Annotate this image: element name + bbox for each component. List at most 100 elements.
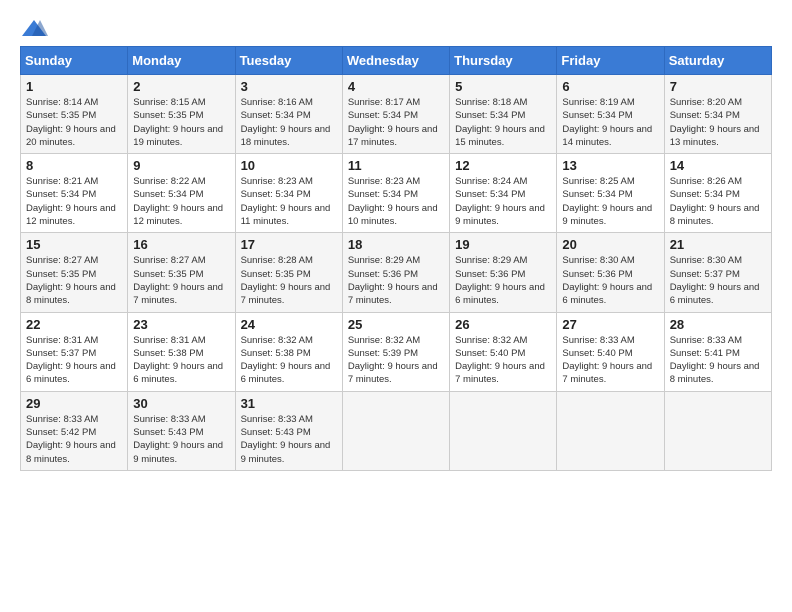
calendar-cell: 12 Sunrise: 8:24 AM Sunset: 5:34 PM Dayl… (450, 154, 557, 233)
calendar-week-1: 1 Sunrise: 8:14 AM Sunset: 5:35 PM Dayli… (21, 75, 772, 154)
day-number: 11 (348, 158, 445, 173)
day-info: Sunrise: 8:14 AM Sunset: 5:35 PM Dayligh… (26, 96, 123, 149)
calendar-table: SundayMondayTuesdayWednesdayThursdayFrid… (20, 46, 772, 471)
day-info: Sunrise: 8:29 AM Sunset: 5:36 PM Dayligh… (455, 254, 552, 307)
day-info: Sunrise: 8:33 AM Sunset: 5:41 PM Dayligh… (670, 334, 767, 387)
day-number: 2 (133, 79, 230, 94)
calendar-cell: 10 Sunrise: 8:23 AM Sunset: 5:34 PM Dayl… (235, 154, 342, 233)
day-info: Sunrise: 8:20 AM Sunset: 5:34 PM Dayligh… (670, 96, 767, 149)
header-cell-monday: Monday (128, 47, 235, 75)
day-info: Sunrise: 8:23 AM Sunset: 5:34 PM Dayligh… (241, 175, 338, 228)
day-number: 30 (133, 396, 230, 411)
day-info: Sunrise: 8:32 AM Sunset: 5:38 PM Dayligh… (241, 334, 338, 387)
day-number: 12 (455, 158, 552, 173)
calendar-cell: 30 Sunrise: 8:33 AM Sunset: 5:43 PM Dayl… (128, 391, 235, 470)
calendar-cell: 17 Sunrise: 8:28 AM Sunset: 5:35 PM Dayl… (235, 233, 342, 312)
day-info: Sunrise: 8:18 AM Sunset: 5:34 PM Dayligh… (455, 96, 552, 149)
calendar-cell: 27 Sunrise: 8:33 AM Sunset: 5:40 PM Dayl… (557, 312, 664, 391)
day-number: 18 (348, 237, 445, 252)
calendar-cell: 6 Sunrise: 8:19 AM Sunset: 5:34 PM Dayli… (557, 75, 664, 154)
header-cell-saturday: Saturday (664, 47, 771, 75)
day-info: Sunrise: 8:16 AM Sunset: 5:34 PM Dayligh… (241, 96, 338, 149)
day-info: Sunrise: 8:27 AM Sunset: 5:35 PM Dayligh… (133, 254, 230, 307)
day-info: Sunrise: 8:27 AM Sunset: 5:35 PM Dayligh… (26, 254, 123, 307)
calendar-cell: 19 Sunrise: 8:29 AM Sunset: 5:36 PM Dayl… (450, 233, 557, 312)
day-info: Sunrise: 8:31 AM Sunset: 5:38 PM Dayligh… (133, 334, 230, 387)
day-number: 22 (26, 317, 123, 332)
day-info: Sunrise: 8:25 AM Sunset: 5:34 PM Dayligh… (562, 175, 659, 228)
calendar-cell: 5 Sunrise: 8:18 AM Sunset: 5:34 PM Dayli… (450, 75, 557, 154)
day-info: Sunrise: 8:23 AM Sunset: 5:34 PM Dayligh… (348, 175, 445, 228)
header-cell-wednesday: Wednesday (342, 47, 449, 75)
day-info: Sunrise: 8:31 AM Sunset: 5:37 PM Dayligh… (26, 334, 123, 387)
calendar-week-4: 22 Sunrise: 8:31 AM Sunset: 5:37 PM Dayl… (21, 312, 772, 391)
calendar-cell: 18 Sunrise: 8:29 AM Sunset: 5:36 PM Dayl… (342, 233, 449, 312)
header (20, 18, 772, 40)
calendar-cell (342, 391, 449, 470)
day-info: Sunrise: 8:24 AM Sunset: 5:34 PM Dayligh… (455, 175, 552, 228)
calendar-cell: 22 Sunrise: 8:31 AM Sunset: 5:37 PM Dayl… (21, 312, 128, 391)
day-number: 8 (26, 158, 123, 173)
day-info: Sunrise: 8:33 AM Sunset: 5:40 PM Dayligh… (562, 334, 659, 387)
calendar-cell: 2 Sunrise: 8:15 AM Sunset: 5:35 PM Dayli… (128, 75, 235, 154)
calendar-cell: 21 Sunrise: 8:30 AM Sunset: 5:37 PM Dayl… (664, 233, 771, 312)
calendar-cell: 16 Sunrise: 8:27 AM Sunset: 5:35 PM Dayl… (128, 233, 235, 312)
day-info: Sunrise: 8:21 AM Sunset: 5:34 PM Dayligh… (26, 175, 123, 228)
day-info: Sunrise: 8:33 AM Sunset: 5:43 PM Dayligh… (241, 413, 338, 466)
header-cell-sunday: Sunday (21, 47, 128, 75)
day-number: 3 (241, 79, 338, 94)
day-number: 13 (562, 158, 659, 173)
day-number: 23 (133, 317, 230, 332)
calendar-cell: 3 Sunrise: 8:16 AM Sunset: 5:34 PM Dayli… (235, 75, 342, 154)
day-info: Sunrise: 8:32 AM Sunset: 5:40 PM Dayligh… (455, 334, 552, 387)
calendar-cell: 26 Sunrise: 8:32 AM Sunset: 5:40 PM Dayl… (450, 312, 557, 391)
calendar-cell: 14 Sunrise: 8:26 AM Sunset: 5:34 PM Dayl… (664, 154, 771, 233)
day-number: 19 (455, 237, 552, 252)
calendar-week-5: 29 Sunrise: 8:33 AM Sunset: 5:42 PM Dayl… (21, 391, 772, 470)
day-number: 28 (670, 317, 767, 332)
day-number: 24 (241, 317, 338, 332)
header-cell-thursday: Thursday (450, 47, 557, 75)
day-number: 15 (26, 237, 123, 252)
logo-icon (20, 18, 48, 40)
day-number: 26 (455, 317, 552, 332)
day-info: Sunrise: 8:28 AM Sunset: 5:35 PM Dayligh… (241, 254, 338, 307)
day-info: Sunrise: 8:33 AM Sunset: 5:43 PM Dayligh… (133, 413, 230, 466)
day-info: Sunrise: 8:30 AM Sunset: 5:36 PM Dayligh… (562, 254, 659, 307)
day-number: 27 (562, 317, 659, 332)
day-info: Sunrise: 8:29 AM Sunset: 5:36 PM Dayligh… (348, 254, 445, 307)
calendar-cell: 11 Sunrise: 8:23 AM Sunset: 5:34 PM Dayl… (342, 154, 449, 233)
main-container: SundayMondayTuesdayWednesdayThursdayFrid… (0, 0, 792, 481)
day-info: Sunrise: 8:32 AM Sunset: 5:39 PM Dayligh… (348, 334, 445, 387)
day-number: 21 (670, 237, 767, 252)
day-number: 29 (26, 396, 123, 411)
day-number: 20 (562, 237, 659, 252)
day-number: 16 (133, 237, 230, 252)
calendar-cell: 28 Sunrise: 8:33 AM Sunset: 5:41 PM Dayl… (664, 312, 771, 391)
calendar-cell: 29 Sunrise: 8:33 AM Sunset: 5:42 PM Dayl… (21, 391, 128, 470)
day-info: Sunrise: 8:26 AM Sunset: 5:34 PM Dayligh… (670, 175, 767, 228)
calendar-cell: 7 Sunrise: 8:20 AM Sunset: 5:34 PM Dayli… (664, 75, 771, 154)
calendar-header-row: SundayMondayTuesdayWednesdayThursdayFrid… (21, 47, 772, 75)
calendar-cell: 4 Sunrise: 8:17 AM Sunset: 5:34 PM Dayli… (342, 75, 449, 154)
day-number: 10 (241, 158, 338, 173)
calendar-week-3: 15 Sunrise: 8:27 AM Sunset: 5:35 PM Dayl… (21, 233, 772, 312)
day-number: 4 (348, 79, 445, 94)
header-cell-friday: Friday (557, 47, 664, 75)
calendar-cell (664, 391, 771, 470)
day-number: 14 (670, 158, 767, 173)
day-number: 17 (241, 237, 338, 252)
calendar-cell: 25 Sunrise: 8:32 AM Sunset: 5:39 PM Dayl… (342, 312, 449, 391)
day-info: Sunrise: 8:15 AM Sunset: 5:35 PM Dayligh… (133, 96, 230, 149)
calendar-cell: 20 Sunrise: 8:30 AM Sunset: 5:36 PM Dayl… (557, 233, 664, 312)
logo (20, 18, 52, 40)
day-info: Sunrise: 8:17 AM Sunset: 5:34 PM Dayligh… (348, 96, 445, 149)
day-number: 9 (133, 158, 230, 173)
day-info: Sunrise: 8:33 AM Sunset: 5:42 PM Dayligh… (26, 413, 123, 466)
day-number: 31 (241, 396, 338, 411)
calendar-cell: 1 Sunrise: 8:14 AM Sunset: 5:35 PM Dayli… (21, 75, 128, 154)
calendar-cell: 23 Sunrise: 8:31 AM Sunset: 5:38 PM Dayl… (128, 312, 235, 391)
calendar-cell (450, 391, 557, 470)
calendar-cell: 24 Sunrise: 8:32 AM Sunset: 5:38 PM Dayl… (235, 312, 342, 391)
day-info: Sunrise: 8:22 AM Sunset: 5:34 PM Dayligh… (133, 175, 230, 228)
